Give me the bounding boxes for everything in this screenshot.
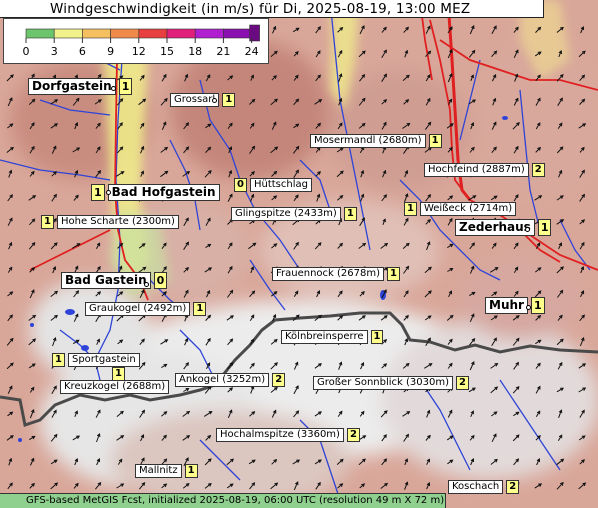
place-label[interactable]: 0 Hüttschlag: [234, 178, 312, 192]
place-name: Frauennock (2678m): [272, 267, 385, 281]
legend-color-2: [82, 28, 111, 39]
wind-speed-value: 1: [41, 215, 54, 229]
wind-speed-value: 1: [193, 302, 207, 316]
place-name: Glingspitze (2433m): [231, 207, 341, 221]
place-label[interactable]: Großer Sonnblick (3030m) 2: [313, 376, 469, 390]
wind-speed-value: 1: [91, 184, 105, 201]
place-label[interactable]: 1 Hohe Scharte (2300m): [41, 215, 179, 229]
wind-speed-value: 1: [118, 78, 133, 95]
legend-tick-label: 15: [160, 45, 174, 58]
town-marker: [144, 282, 149, 287]
place-name: Sportgastein: [67, 353, 140, 367]
wind-speed-value: 1: [387, 267, 400, 281]
place-label[interactable]: Frauennock (2678m) 1: [272, 267, 400, 281]
wind-speed-value: 1: [537, 219, 552, 236]
place-label[interactable]: Hochfeind (2887m) 2: [424, 163, 545, 177]
place-name: Großer Sonnblick (3030m): [313, 376, 454, 390]
wind-speed-value: 2: [346, 428, 360, 442]
legend-tick-label: 3: [51, 45, 58, 58]
place-label[interactable]: Muhr 1: [485, 297, 545, 314]
place-label[interactable]: Kreuzkogel (2688m) 1: [60, 367, 170, 394]
place-label[interactable]: Hochalmspitze (3360m) 2: [216, 428, 360, 442]
place-label[interactable]: Grossarl 1: [170, 93, 236, 107]
place-name: Hochfeind (2887m): [424, 163, 529, 177]
wind-speed-value: 1: [530, 297, 545, 314]
place-name: Graukogel (2492m): [85, 302, 191, 316]
wind-speed-value: 1: [112, 367, 125, 381]
town-marker: [526, 305, 531, 310]
legend-color-6: [194, 28, 224, 39]
place-name: Bad Hofgastein: [107, 184, 220, 201]
place-name: Kreuzkogel (2688m): [60, 380, 170, 394]
legend-color-4: [138, 28, 168, 39]
legend-tick-label: 0: [23, 45, 30, 58]
place-label[interactable]: Glingspitze (2433m) 1: [231, 207, 357, 221]
legend-color-5: [166, 28, 196, 39]
wind-speed-value: 1: [184, 464, 198, 478]
legend-color-1: [53, 28, 83, 39]
place-label[interactable]: Graukogel (2492m) 1: [85, 302, 207, 316]
place-name: Mallnitz: [135, 464, 182, 478]
wind-speed-value: 1: [52, 353, 65, 367]
legend-tick-label: 18: [188, 45, 202, 58]
place-label[interactable]: Dorfgastein 1: [28, 78, 133, 95]
wind-speed-value: 2: [506, 480, 520, 494]
place-label[interactable]: Zederhaus 1: [455, 219, 552, 236]
place-label[interactable]: Bad Gastein 0: [61, 272, 168, 289]
wind-speed-value: 0: [153, 272, 168, 289]
legend-tick-label: 24: [245, 45, 259, 58]
wind-speed-value: 1: [343, 207, 357, 221]
place-name: Mosermandl (2680m): [310, 134, 426, 148]
wind-map[interactable]: Windgeschwindigkeit (in m/s) für Di, 202…: [0, 0, 598, 508]
place-label[interactable]: Kölnbreinsperre 1: [281, 330, 384, 344]
place-name: Bad Gastein: [61, 272, 151, 289]
wind-speed-legend: 0 3 6 9 12 15 18 21 24: [3, 18, 269, 64]
place-name: Hochalmspitze (3360m): [216, 428, 344, 442]
wind-speed-value: 2: [456, 376, 469, 390]
legend-color-3: [110, 28, 140, 39]
legend-tick-label: 12: [132, 45, 146, 58]
place-name: Hüttschlag: [249, 178, 312, 192]
wind-speed-value: 1: [404, 202, 417, 216]
wind-speed-value: 1: [370, 330, 384, 344]
legend-tick-label: 6: [79, 45, 86, 58]
forecast-footer: GFS-based MetGIS Fcst, initialized 2025-…: [0, 493, 446, 508]
legend-color-7: [223, 28, 252, 39]
place-name: Koschach: [448, 480, 504, 494]
legend-tick-label: 9: [107, 45, 114, 58]
town-marker: [106, 190, 111, 195]
town-marker: [212, 98, 217, 103]
map-title: Windgeschwindigkeit (in m/s) für Di, 202…: [0, 0, 544, 18]
legend-color-0: [25, 28, 55, 39]
place-label[interactable]: 1 Weißeck (2714m): [404, 202, 517, 216]
place-label[interactable]: 1 Sportgastein: [52, 353, 140, 367]
place-name: Kölnbreinsperre: [281, 330, 368, 344]
legend-tick-label: 21: [216, 45, 230, 58]
wind-speed-value: 2: [272, 373, 286, 387]
place-name: Dorfgastein: [28, 78, 116, 95]
place-label[interactable]: Mallnitz 1: [135, 464, 198, 478]
wind-speed-value: 1: [428, 134, 442, 148]
town-marker: [111, 86, 116, 91]
legend-scale: 0 3 6 9 12 15 18 21 24: [23, 24, 260, 58]
place-name: Weißeck (2714m): [419, 202, 517, 216]
wind-speed-value: 2: [531, 163, 545, 177]
place-name: Muhr: [485, 297, 528, 314]
wind-speed-value: 0: [234, 178, 247, 192]
place-name: Hohe Scharte (2300m): [56, 215, 179, 229]
town-marker: [525, 227, 530, 232]
place-label[interactable]: Ankogel (3252m) 2: [175, 373, 286, 387]
place-name: Zederhaus: [455, 219, 535, 236]
place-label[interactable]: Mosermandl (2680m) 1: [310, 134, 442, 148]
place-name: Ankogel (3252m): [175, 373, 270, 387]
wind-speed-value: 1: [222, 93, 236, 107]
place-label[interactable]: Koschach 2: [448, 480, 520, 494]
